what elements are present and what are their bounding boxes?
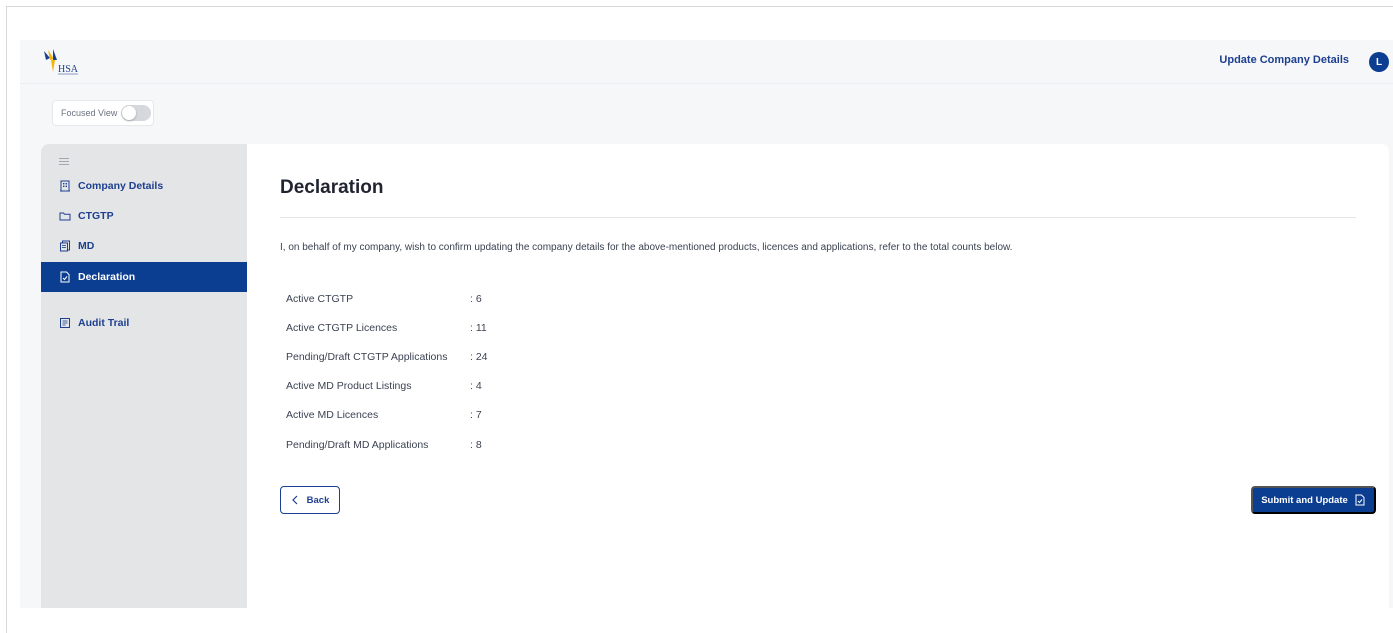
logo-text: HSA: [58, 64, 79, 75]
sidebar-item-ctgtp[interactable]: CTGTP: [41, 201, 247, 231]
count-label: Active MD Product Listings: [286, 380, 412, 393]
sidebar-item-declaration[interactable]: Declaration: [41, 262, 247, 292]
focused-view-label: Focused View: [61, 108, 118, 118]
count-row: Active CTGTP Licences : 11: [286, 313, 488, 342]
submit-button-label: Submit and Update: [1261, 494, 1348, 506]
toggle-knob: [122, 106, 137, 120]
menu-icon[interactable]: [59, 158, 69, 165]
count-value: : 6: [470, 292, 482, 305]
audit-icon: [60, 318, 70, 328]
folder-icon: [59, 212, 71, 221]
documents-icon: [60, 240, 70, 252]
back-button[interactable]: Back: [280, 486, 340, 514]
sidebar-item-label: Company Details: [78, 180, 164, 192]
page-title: Declaration: [280, 177, 384, 198]
count-label: Pending/Draft CTGTP Applications: [286, 350, 448, 363]
counts-list: Active CTGTP : 6 Active CTGTP Licences :…: [286, 284, 488, 459]
sidebar-item-label: CTGTP: [78, 210, 114, 222]
hsa-logo[interactable]: HSA: [40, 48, 92, 76]
app-shell: HSA Update Company Details L Focused Vie…: [20, 40, 1393, 608]
count-row: Pending/Draft CTGTP Applications : 24: [286, 342, 488, 371]
chevron-left-icon: [291, 495, 298, 505]
sidebar-item-company-details[interactable]: Company Details: [41, 171, 247, 201]
main-content: Declaration I, on behalf of my company, …: [247, 144, 1389, 608]
sidebar-item-audit-trail[interactable]: Audit Trail: [41, 308, 247, 338]
sidebar: Company Details CTGTP MD Declaration Aud…: [41, 144, 247, 608]
count-label: Active MD Licences: [286, 409, 379, 422]
count-value: : 24: [470, 350, 488, 363]
sidebar-item-label: Audit Trail: [78, 317, 130, 329]
user-avatar[interactable]: L: [1369, 52, 1389, 72]
document-check-icon: [1355, 494, 1365, 506]
count-label: Active CTGTP Licences: [286, 321, 398, 334]
sidebar-item-label: MD: [78, 240, 95, 252]
count-value: : 4: [470, 380, 482, 393]
count-row: Pending/Draft MD Applications : 8: [286, 430, 488, 459]
count-value: : 11: [470, 321, 487, 334]
count-value: : 8: [470, 438, 482, 451]
building-icon: [60, 180, 70, 192]
count-row: Active MD Licences : 7: [286, 401, 488, 430]
update-company-details-link[interactable]: Update Company Details: [1219, 54, 1349, 66]
back-button-label: Back: [306, 494, 330, 506]
count-value: : 7: [470, 409, 482, 422]
focused-view-toggle-container: Focused View: [52, 100, 154, 126]
submit-and-update-button[interactable]: Submit and Update: [1251, 486, 1376, 514]
document-check-icon: [60, 271, 70, 283]
sidebar-item-md[interactable]: MD: [41, 231, 247, 261]
top-header: HSA Update Company Details L: [20, 40, 1393, 84]
count-label: Active CTGTP: [286, 292, 354, 305]
count-label: Pending/Draft MD Applications: [286, 438, 429, 451]
count-row: Active CTGTP : 6: [286, 284, 488, 313]
focused-view-toggle[interactable]: [121, 105, 152, 121]
title-divider: [280, 217, 1356, 218]
sidebar-item-label: Declaration: [78, 271, 136, 283]
declaration-statement: I, on behalf of my company, wish to conf…: [280, 242, 1013, 253]
count-row: Active MD Product Listings : 4: [286, 372, 488, 401]
